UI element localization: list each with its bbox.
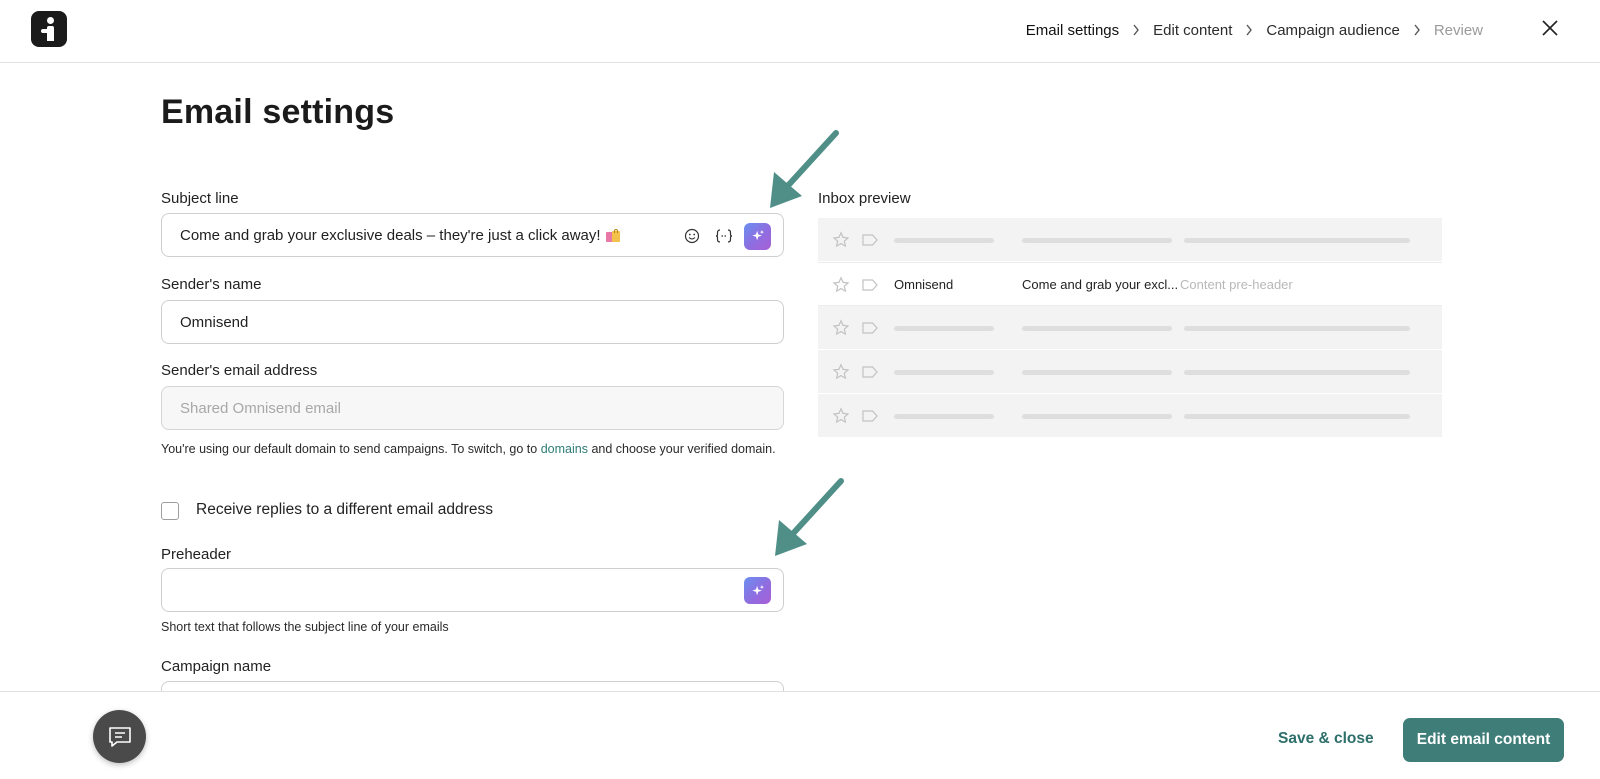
preview-preheader: Content pre-header bbox=[1180, 277, 1293, 292]
help-text: You're using our default domain to send … bbox=[161, 442, 541, 456]
inbox-row bbox=[818, 394, 1442, 438]
chevron-right-icon bbox=[1232, 24, 1266, 36]
preheader-input[interactable] bbox=[161, 568, 784, 612]
ai-sparkle-button[interactable] bbox=[744, 222, 771, 250]
label-icon bbox=[862, 366, 878, 378]
preheader-label: Preheader bbox=[161, 546, 232, 563]
emoji-icon[interactable] bbox=[678, 222, 706, 250]
sender-name-input[interactable]: Omnisend bbox=[161, 300, 784, 344]
label-icon bbox=[862, 234, 878, 246]
step-campaign-audience[interactable]: Campaign audience bbox=[1266, 22, 1399, 39]
preheader-help: Short text that follows the subject line… bbox=[161, 620, 449, 634]
close-icon[interactable] bbox=[1540, 18, 1560, 38]
sender-name-value: Omnisend bbox=[180, 313, 249, 331]
breadcrumb: Email settings Edit content Campaign aud… bbox=[1026, 18, 1483, 42]
annotation-arrow-icon bbox=[775, 478, 844, 556]
step-edit-content[interactable]: Edit content bbox=[1153, 22, 1232, 39]
inbox-row bbox=[818, 350, 1442, 394]
subject-line-label: Subject line bbox=[161, 190, 239, 207]
reply-to-checkbox[interactable] bbox=[161, 502, 179, 520]
save-close-button[interactable]: Save & close bbox=[1278, 730, 1374, 748]
star-icon bbox=[832, 407, 850, 424]
edit-email-content-button[interactable]: Edit email content bbox=[1403, 718, 1564, 762]
chevron-right-icon bbox=[1400, 24, 1434, 36]
label-icon bbox=[862, 410, 878, 422]
chevron-right-icon bbox=[1119, 24, 1153, 36]
help-text: and choose your verified domain. bbox=[587, 442, 776, 456]
star-icon bbox=[832, 319, 850, 336]
sender-email-input[interactable]: Shared Omnisend email bbox=[161, 386, 784, 430]
preview-sender: Omnisend bbox=[894, 277, 954, 292]
annotation-arrow-icon bbox=[770, 130, 839, 208]
ai-sparkle-icon bbox=[751, 584, 764, 595]
label-icon bbox=[862, 279, 878, 291]
subject-line-input[interactable]: Come and grab your exclusive deals – the… bbox=[161, 213, 784, 257]
star-icon bbox=[832, 363, 850, 380]
step-review: Review bbox=[1433, 21, 1483, 39]
ai-sparkle-button[interactable] bbox=[744, 577, 771, 604]
step-email-settings[interactable]: Email settings bbox=[1026, 22, 1119, 39]
omnisend-logo[interactable] bbox=[31, 11, 67, 47]
personalization-icon[interactable] bbox=[710, 222, 738, 250]
preview-subject: Come and grab your excl... bbox=[1022, 277, 1179, 292]
sender-email-placeholder: Shared Omnisend email bbox=[180, 399, 341, 417]
domains-link[interactable]: domains bbox=[541, 442, 588, 456]
reply-to-label[interactable]: Receive replies to a different email add… bbox=[196, 501, 493, 519]
sender-email-label: Sender's email address bbox=[161, 362, 318, 379]
top-bar: Email settings Edit content Campaign aud… bbox=[0, 0, 1600, 63]
inbox-row bbox=[818, 306, 1442, 350]
inbox-row bbox=[818, 218, 1442, 262]
campaign-name-label: Campaign name bbox=[161, 658, 272, 675]
page-title: Email settings bbox=[161, 93, 395, 131]
ai-sparkle-icon bbox=[751, 229, 764, 241]
inbox-preview: Omnisend Come and grab your excl... Cont… bbox=[818, 218, 1442, 438]
subject-line-value: Come and grab your exclusive deals – the… bbox=[180, 226, 601, 244]
sender-name-label: Sender's name bbox=[161, 276, 262, 293]
chat-button[interactable] bbox=[93, 710, 146, 763]
chat-icon bbox=[108, 726, 131, 747]
sender-email-help: You're using our default domain to send … bbox=[161, 439, 781, 460]
star-icon bbox=[832, 276, 850, 293]
shopping-bags-emoji bbox=[605, 228, 620, 242]
star-icon bbox=[832, 231, 850, 248]
label-icon bbox=[862, 322, 878, 334]
inbox-row-active: Omnisend Come and grab your excl... Cont… bbox=[818, 262, 1442, 306]
